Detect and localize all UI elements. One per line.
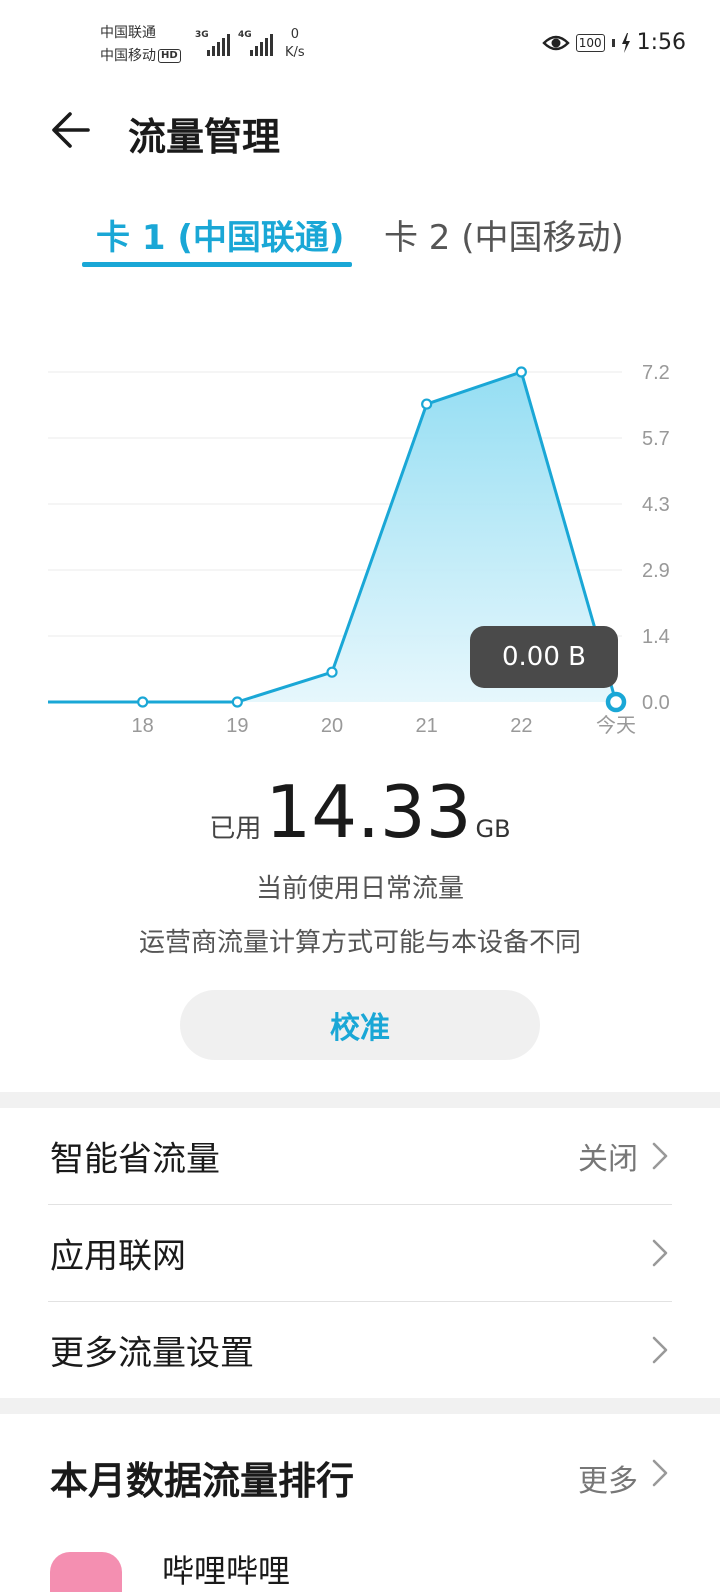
usage-unit: GB: [475, 815, 511, 843]
tab-active-indicator: [82, 262, 352, 267]
chevron-right-icon: [652, 1336, 668, 1364]
tab-card-2[interactable]: 卡 2 (中国移动): [384, 210, 624, 259]
chevron-right-icon[interactable]: [650, 1458, 670, 1488]
status-right: 100 1:56: [541, 30, 686, 55]
app-network-row[interactable]: 应用联网: [0, 1205, 720, 1301]
chart-point: [515, 366, 527, 378]
smart-saver-row[interactable]: 智能省流量 关闭: [0, 1108, 720, 1204]
usage-chart: 7.2 5.7 4.3 2.9 1.4 0.0 18 19 20 21 22 今天: [48, 362, 670, 737]
chevron-right-icon: [652, 1239, 668, 1267]
x-tick-label: 21: [416, 715, 438, 737]
carrier-block: 中国联通 中国移动 HD: [100, 22, 181, 68]
y-tick-label: 0.0: [642, 692, 670, 714]
y-tick-label: 7.2: [642, 362, 670, 384]
usage-prefix: 已用: [209, 814, 262, 844]
status-bar: 中国联通 中国移动 HD 3G 4G 0 K/s 100 1:56: [0, 0, 720, 88]
calibrate-button[interactable]: 校准: [180, 990, 540, 1060]
eye-icon: [541, 35, 570, 50]
battery-icon: 100: [575, 33, 605, 52]
x-tick-label: 22: [510, 715, 532, 737]
usage-value: 14.33: [265, 770, 472, 854]
network-speed: 0 K/s: [285, 26, 305, 62]
x-tick-label: 20: [321, 715, 343, 737]
battery-level: 100: [578, 35, 602, 50]
y-tick-label: 5.7: [642, 428, 670, 450]
more-settings-label: 更多流量设置: [50, 1333, 254, 1374]
ranking-more-link[interactable]: 更多: [578, 1456, 638, 1500]
signal-bars-1-icon: [207, 34, 230, 56]
tab-card-1[interactable]: 卡 1 (中国联通): [96, 210, 344, 259]
ranking-title: 本月数据流量排行: [50, 1459, 355, 1503]
y-tick-label: 1.4: [642, 626, 670, 648]
carrier-2-line: 中国移动 HD: [100, 45, 181, 68]
speed-unit: K/s: [285, 45, 305, 60]
usage-caption-daily: 当前使用日常流量: [255, 874, 464, 904]
carrier-2: 中国移动: [100, 48, 156, 64]
app-network-label: 应用联网: [50, 1236, 186, 1277]
hd-badge: HD: [158, 49, 181, 63]
signal-bars-2-icon: [250, 34, 273, 56]
app-icon[interactable]: [50, 1552, 122, 1592]
speed-value: 0: [290, 27, 299, 42]
chart-point-selected: [605, 691, 627, 713]
battery-tip: [611, 38, 615, 47]
chart-point: [421, 398, 433, 410]
section-gap: [0, 1092, 720, 1108]
app-name[interactable]: 哔哩哔哩: [162, 1546, 290, 1592]
chart-point: [137, 696, 149, 708]
x-tick-label: 今天: [596, 714, 636, 737]
chevron-right-icon: [652, 1142, 668, 1170]
x-tick-label: 18: [132, 715, 154, 737]
chart-point: [326, 666, 338, 678]
clock: 1:56: [636, 30, 686, 55]
y-tick-label: 4.3: [642, 494, 670, 516]
more-settings-row[interactable]: 更多流量设置: [0, 1302, 720, 1398]
usage-caption-note: 运营商流量计算方式可能与本设备不同: [138, 928, 581, 958]
x-tick-label: 19: [226, 715, 248, 737]
chart-tooltip: 0.00 B: [470, 626, 618, 688]
smart-saver-label: 智能省流量: [50, 1139, 220, 1180]
page-title: 流量管理: [128, 115, 281, 159]
back-arrow-icon[interactable]: [50, 108, 94, 152]
y-tick-label: 2.9: [642, 560, 670, 582]
smart-saver-value: 关闭: [578, 1142, 638, 1177]
usage-summary: 已用14.33 GB: [0, 770, 720, 854]
section-gap: [0, 1398, 720, 1414]
chart-point: [231, 696, 243, 708]
charging-icon: [621, 32, 630, 53]
carrier-1: 中国联通: [100, 25, 156, 41]
